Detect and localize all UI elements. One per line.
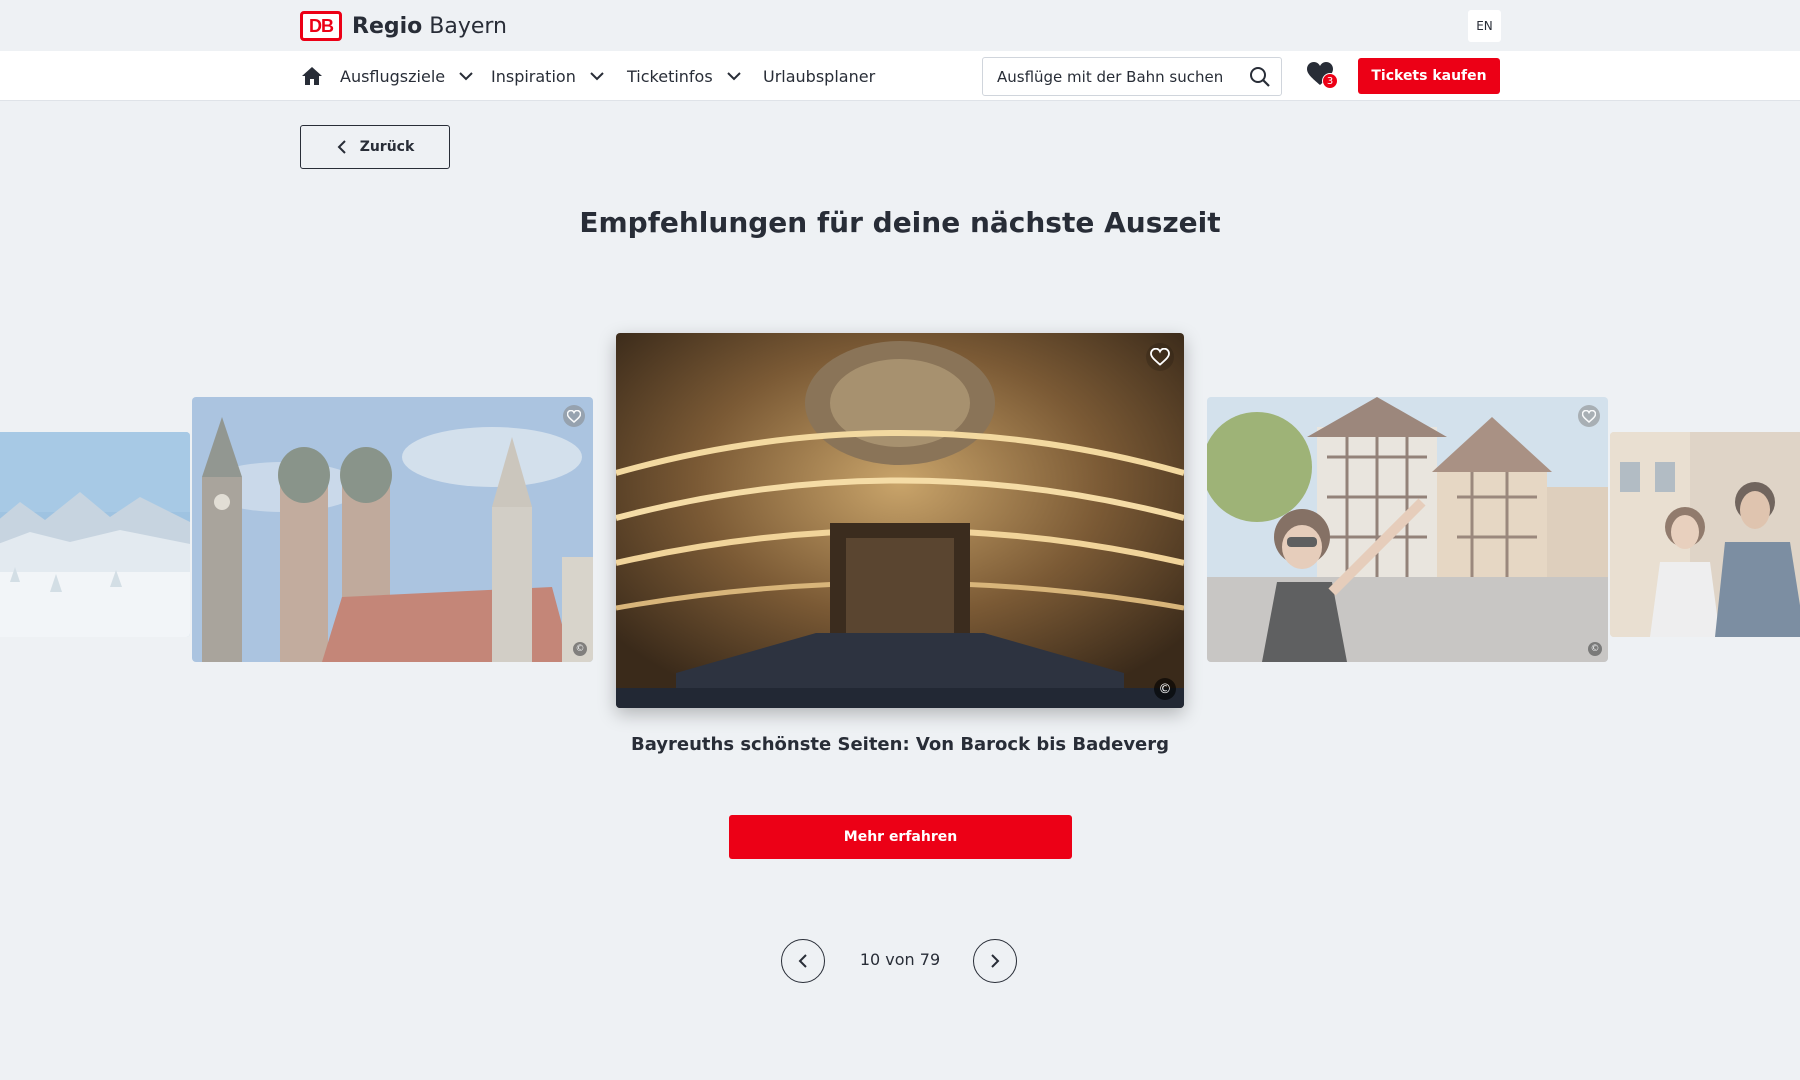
- favorites-button[interactable]: 3: [1306, 61, 1340, 93]
- nav-item-ausflugsziele[interactable]: Ausflugsziele: [340, 51, 475, 101]
- favorites-count-badge: 3: [1322, 73, 1338, 89]
- nav-item-label: Inspiration: [491, 66, 576, 86]
- chevron-right-icon: [991, 954, 1000, 968]
- search-field: [982, 57, 1282, 96]
- favorite-heart-icon[interactable]: [563, 405, 585, 427]
- main-navigation: Ausflugsziele Inspiration Ticketinfos Ur…: [0, 51, 1800, 101]
- couple-in-town-image: [1610, 432, 1800, 637]
- brand-name-region: Bayern: [429, 13, 507, 39]
- slide-counter: 10 von 79: [859, 950, 941, 969]
- buy-tickets-button[interactable]: Tickets kaufen: [1358, 58, 1500, 94]
- chevron-down-icon: [588, 67, 606, 85]
- search-icon[interactable]: [1249, 66, 1271, 88]
- back-button-label: Zurück: [359, 139, 415, 155]
- language-switch-button[interactable]: EN: [1468, 10, 1501, 42]
- nav-item-urlaubsplaner[interactable]: Urlaubsplaner: [763, 51, 875, 101]
- next-slide-button[interactable]: [973, 939, 1017, 983]
- search-input[interactable]: [997, 67, 1237, 86]
- carousel-card-couple[interactable]: [1610, 432, 1800, 637]
- favorite-heart-icon[interactable]: [1146, 343, 1174, 371]
- copyright-icon[interactable]: ©: [573, 642, 587, 656]
- chevron-left-icon: [337, 140, 346, 154]
- active-card-title[interactable]: Bayreuths schönste Seiten: Von Barock bi…: [0, 734, 1800, 755]
- chevron-down-icon: [725, 67, 743, 85]
- brand-name-bold: Regio: [352, 13, 423, 39]
- copyright-icon[interactable]: ©: [1154, 678, 1176, 700]
- nav-item-label: Ausflugsziele: [340, 66, 446, 86]
- home-icon[interactable]: [300, 64, 324, 88]
- copyright-icon[interactable]: ©: [1588, 642, 1602, 656]
- nav-item-inspiration[interactable]: Inspiration: [491, 51, 606, 101]
- half-timbered-old-town-image: [1207, 397, 1608, 662]
- top-bar: DB Regio Bayern EN: [0, 0, 1800, 51]
- back-button[interactable]: Zurück: [300, 125, 450, 169]
- nav-item-label: Urlaubsplaner: [763, 66, 876, 86]
- carousel-card-old-town[interactable]: ©: [1207, 397, 1608, 662]
- page-headline: Empfehlungen für deine nächste Auszeit: [579, 206, 1221, 239]
- learn-more-button[interactable]: Mehr erfahren: [729, 815, 1072, 859]
- carousel-card-winter[interactable]: [0, 432, 190, 637]
- bayreuth-opera-house-image: [616, 333, 1184, 708]
- munich-frauenkirche-image: [192, 397, 593, 662]
- winter-landscape-image: [0, 432, 190, 637]
- chevron-down-icon: [457, 67, 475, 85]
- nav-item-ticketinfos[interactable]: Ticketinfos: [627, 51, 743, 101]
- carousel-card-active[interactable]: ©: [616, 333, 1184, 708]
- db-regio-bayern-logo[interactable]: DB Regio Bayern: [300, 11, 507, 41]
- brand-name: Regio Bayern: [352, 14, 507, 39]
- favorite-heart-icon[interactable]: [1578, 405, 1600, 427]
- db-logo-mark: DB: [300, 11, 342, 41]
- carousel-card-munich[interactable]: ©: [192, 397, 593, 662]
- nav-item-label: Ticketinfos: [627, 66, 713, 86]
